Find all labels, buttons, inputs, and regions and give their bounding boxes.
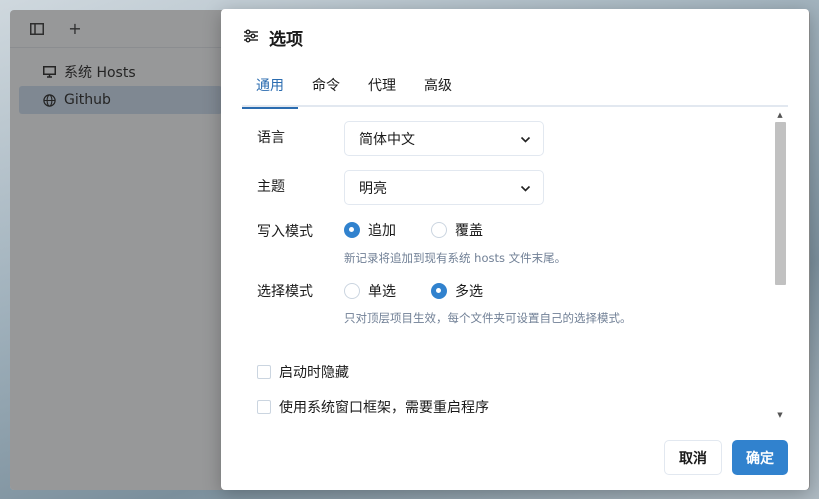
checkbox-label: 启动时隐藏 xyxy=(279,365,349,381)
radio-label: 追加 xyxy=(368,223,396,239)
write-mode-append-radio[interactable]: 追加 xyxy=(344,220,431,240)
settings-scrollbar[interactable]: ▲ ▼ xyxy=(772,109,788,419)
checkbox-indicator xyxy=(257,400,271,414)
use-system-frame-checkbox[interactable]: 使用系统窗口框架，需要重启程序 xyxy=(257,397,489,417)
tab-advanced[interactable]: 高级 xyxy=(410,71,466,107)
choice-mode-radio-group: 单选 多选 xyxy=(344,281,518,301)
checkbox-label: 使用系统窗口框架，需要重启程序 xyxy=(279,400,489,416)
general-settings-panel: 语言 简体中文 主题 明亮 写入模式 追加 覆盖 新记录将追加到现有系统 hos… xyxy=(242,109,788,419)
write-mode-overwrite-radio[interactable]: 覆盖 xyxy=(431,220,518,240)
choice-mode-hint: 只对顶层项目生效，每个文件夹可设置自己的选择模式。 xyxy=(344,311,632,325)
ok-button[interactable]: 确定 xyxy=(732,440,788,475)
choice-mode-label: 选择模式 xyxy=(257,284,313,300)
options-dialog: 选项 通用 命令 代理 高级 语言 简体中文 主题 明亮 写入模式 追加 覆盖 … xyxy=(221,9,809,490)
theme-value: 明亮 xyxy=(359,180,387,197)
dialog-header: 选项 xyxy=(243,25,303,50)
radio-label: 覆盖 xyxy=(455,223,483,239)
radio-indicator xyxy=(431,222,447,238)
hide-at-launch-checkbox[interactable]: 启动时隐藏 xyxy=(257,362,349,382)
tab-proxy[interactable]: 代理 xyxy=(354,71,410,107)
scroll-up-icon[interactable]: ▲ xyxy=(776,111,784,119)
sliders-icon xyxy=(243,28,259,47)
dialog-title: 选项 xyxy=(269,30,303,50)
tab-general[interactable]: 通用 xyxy=(242,71,298,109)
cancel-button[interactable]: 取消 xyxy=(664,440,722,475)
theme-select[interactable]: 明亮 xyxy=(344,170,544,205)
chevron-down-icon xyxy=(520,133,531,149)
radio-label: 单选 xyxy=(368,284,396,300)
radio-indicator xyxy=(344,222,360,238)
tab-bar: 通用 命令 代理 高级 xyxy=(242,71,788,109)
radio-indicator xyxy=(344,283,360,299)
chevron-down-icon xyxy=(520,182,531,198)
choice-mode-single-radio[interactable]: 单选 xyxy=(344,281,431,301)
language-label: 语言 xyxy=(257,130,285,146)
language-select[interactable]: 简体中文 xyxy=(344,121,544,156)
scroll-down-icon[interactable]: ▼ xyxy=(776,411,784,419)
choice-mode-multi-radio[interactable]: 多选 xyxy=(431,281,518,301)
write-mode-hint: 新记录将追加到现有系统 hosts 文件末尾。 xyxy=(344,251,567,265)
language-value: 简体中文 xyxy=(359,131,415,148)
radio-indicator xyxy=(431,283,447,299)
theme-label: 主题 xyxy=(257,179,285,195)
write-mode-radio-group: 追加 覆盖 xyxy=(344,220,518,240)
radio-label: 多选 xyxy=(455,284,483,300)
scrollbar-thumb[interactable] xyxy=(775,122,786,285)
checkbox-indicator xyxy=(257,365,271,379)
write-mode-label: 写入模式 xyxy=(257,224,313,240)
tab-commands[interactable]: 命令 xyxy=(298,71,354,107)
